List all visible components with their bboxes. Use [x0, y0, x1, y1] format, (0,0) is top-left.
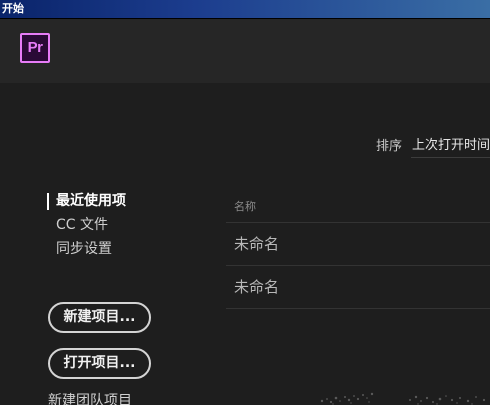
- recent-files-table: 名称 未命名 未命名: [226, 193, 490, 309]
- decorative-artwork: [320, 392, 486, 405]
- header-band: Pr: [0, 19, 490, 83]
- premiere-pro-logo-icon: Pr: [20, 33, 50, 63]
- new-team-project-link[interactable]: 新建团队项目: [48, 392, 132, 405]
- recent-file-row[interactable]: 未命名: [226, 223, 490, 266]
- name-column-header[interactable]: 名称: [226, 193, 490, 223]
- title-bar[interactable]: 开始: [0, 0, 490, 19]
- recent-file-row[interactable]: 未命名: [226, 266, 490, 309]
- sort-dropdown[interactable]: 上次打开时间: [411, 136, 490, 158]
- start-nav: 最近使用项 CC 文件 同步设置: [47, 191, 187, 263]
- app-window: 开始 Pr 排序 上次打开时间 最近使用项 CC 文件 同步设置 新建项目...…: [0, 0, 490, 405]
- nav-item-recent[interactable]: 最近使用项: [47, 191, 187, 215]
- sort-label: 排序: [376, 139, 403, 154]
- nav-item-cc-files[interactable]: CC 文件: [47, 215, 187, 239]
- new-project-button[interactable]: 新建项目...: [48, 302, 151, 333]
- window-title: 开始: [2, 2, 24, 15]
- nav-item-sync-settings[interactable]: 同步设置: [47, 239, 187, 263]
- open-project-button[interactable]: 打开项目...: [48, 348, 151, 379]
